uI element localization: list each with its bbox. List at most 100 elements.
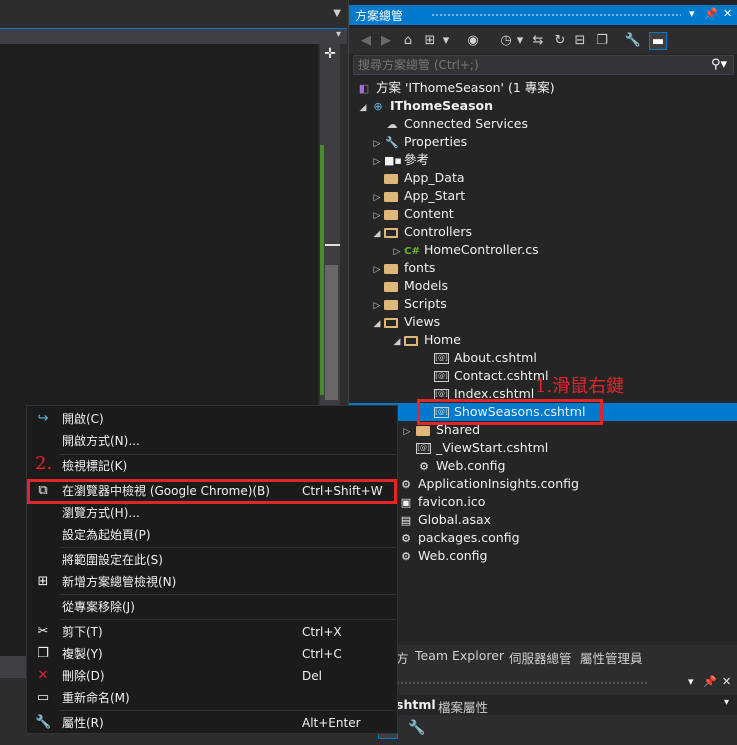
chevron-down-icon[interactable]: ▾ bbox=[724, 697, 729, 708]
menu-item-new-view[interactable]: ⊞ 新增方案總管檢視(N) bbox=[27, 571, 397, 593]
folder-icon bbox=[384, 263, 398, 274]
asax-file-icon: ▤ bbox=[400, 514, 412, 527]
expanded-arrow-icon[interactable]: ◢ bbox=[370, 225, 384, 243]
tree-item-app-start[interactable]: ▷ App_Start bbox=[370, 187, 466, 205]
wrench-icon[interactable]: 🔧 bbox=[408, 720, 425, 736]
globe-icon[interactable]: ◉ bbox=[464, 32, 482, 50]
folder-icon bbox=[384, 281, 398, 292]
tree-item-properties[interactable]: ▷ 🔧 Properties bbox=[370, 133, 468, 151]
menu-separator bbox=[60, 619, 396, 620]
chevron-down-icon[interactable]: ▾ bbox=[437, 32, 455, 50]
collapse-all-icon[interactable]: ⊟ bbox=[571, 32, 589, 50]
panel-tab-strip: 方 Team Explorer 伺服器總管 屬性管理員 bbox=[348, 645, 737, 667]
tree-item-fonts[interactable]: ▷ fonts bbox=[370, 259, 436, 279]
editor-top-bar: ▼ bbox=[0, 0, 347, 28]
config-file-icon: ⚙ bbox=[401, 532, 411, 545]
search-input[interactable] bbox=[354, 56, 704, 74]
tree-item-models[interactable]: Models bbox=[384, 277, 448, 295]
wrench-icon[interactable]: 🔧 bbox=[624, 32, 642, 50]
solution-explorer-titlebar: 方案總管 ▾ 📌 ✕ bbox=[349, 5, 737, 25]
change-tracking-bar bbox=[320, 145, 324, 395]
menu-item-open-with[interactable]: 開啟方式(N)... bbox=[27, 430, 397, 452]
menu-item-browse-with[interactable]: 瀏覽方式(H)... bbox=[27, 502, 397, 524]
menu-item-scope-to-this[interactable]: 將範圍設定在此(S) bbox=[27, 549, 397, 571]
tree-item-homecontroller[interactable]: ▷ C# HomeController.cs bbox=[390, 241, 539, 259]
tree-item-favicon[interactable]: ▣ favicon.ico bbox=[398, 493, 486, 511]
split-handle-icon[interactable]: ✛ bbox=[320, 44, 340, 64]
expanded-arrow-icon[interactable]: ◢ bbox=[356, 99, 370, 117]
panel-title: 方案總管 bbox=[355, 9, 404, 23]
tree-item-packages-config[interactable]: ⚙ packages.config bbox=[398, 529, 519, 547]
tree-item-views[interactable]: ◢ Views bbox=[370, 313, 441, 333]
search-box[interactable]: ⚲▾ bbox=[353, 55, 734, 75]
tree-item-about[interactable]: [@] About.cshtml bbox=[434, 349, 537, 367]
wrench-icon: 🔧 bbox=[385, 136, 399, 149]
pin-icon[interactable]: 📌 bbox=[703, 675, 717, 688]
show-all-files-icon[interactable]: ❐ bbox=[593, 32, 611, 50]
expanded-arrow-icon[interactable]: ◢ bbox=[370, 315, 384, 333]
menu-separator bbox=[60, 710, 396, 711]
tree-item-app-data[interactable]: App_Data bbox=[384, 169, 465, 187]
menu-item-open[interactable]: ↪ 開啟(C) bbox=[27, 408, 397, 430]
forward-icon[interactable]: ▶ bbox=[377, 32, 395, 50]
close-icon[interactable]: ✕ bbox=[722, 675, 731, 688]
menu-item-properties[interactable]: 🔧 屬性(R) Alt+Enter bbox=[27, 712, 397, 734]
collapsed-arrow-icon[interactable]: ▷ bbox=[398, 423, 416, 441]
tree-item-connected-services[interactable]: ☁ Connected Services bbox=[384, 115, 529, 133]
home-icon[interactable]: ⌂ bbox=[399, 32, 417, 50]
collapsed-arrow-icon[interactable]: ▷ bbox=[370, 261, 384, 279]
razor-file-icon: [@] bbox=[434, 353, 449, 364]
tab-team-explorer[interactable]: Team Explorer bbox=[415, 648, 504, 663]
tree-item-content[interactable]: ▷ Content bbox=[370, 205, 454, 223]
chevron-down-icon[interactable]: ▼ bbox=[333, 8, 341, 19]
config-file-icon: ⚙ bbox=[401, 478, 411, 491]
open-folder-icon bbox=[384, 317, 398, 328]
tree-item-scripts[interactable]: ▷ Scripts bbox=[370, 295, 447, 313]
collapsed-arrow-icon[interactable]: ▷ bbox=[370, 153, 384, 171]
razor-file-icon: [@] bbox=[416, 443, 431, 454]
menu-item-cut[interactable]: ✂ 剪下(T) Ctrl+X bbox=[27, 621, 397, 643]
dropdown-icon[interactable]: ▾ bbox=[688, 675, 694, 688]
tree-item-webconfig[interactable]: ⚙ Web.config bbox=[398, 547, 487, 565]
rename-icon: ▭ bbox=[36, 690, 50, 705]
pin-icon[interactable]: 📌 bbox=[704, 7, 718, 20]
tree-item-home-folder[interactable]: ◢ Home bbox=[390, 331, 461, 349]
back-icon[interactable]: ◀ bbox=[357, 32, 375, 50]
dropdown-icon[interactable]: ▾ bbox=[689, 7, 695, 20]
refresh-icon[interactable]: ↻ bbox=[551, 32, 569, 50]
menu-item-view-markup[interactable]: 檢視標記(K) bbox=[27, 455, 397, 477]
close-icon[interactable]: ✕ bbox=[723, 7, 732, 20]
chevron-down-icon[interactable]: ▾ bbox=[511, 32, 529, 50]
annotation-step2: 2. bbox=[35, 453, 53, 474]
tree-item-controllers[interactable]: ◢ Controllers bbox=[370, 223, 472, 241]
search-icon[interactable]: ⚲▾ bbox=[711, 57, 727, 72]
tree-item-contact[interactable]: [@] Contact.cshtml bbox=[434, 367, 548, 385]
chevron-down-icon[interactable]: ▾ bbox=[336, 29, 341, 40]
preview-selected-icon[interactable]: ▬ bbox=[649, 32, 667, 50]
tree-item-viewstart[interactable]: [@] _ViewStart.cshtml bbox=[416, 439, 548, 457]
menu-item-copy[interactable]: ❐ 複製(Y) Ctrl+C bbox=[27, 643, 397, 665]
menu-item-rename[interactable]: ▭ 重新命名(M) bbox=[27, 687, 397, 709]
tab-server-explorer[interactable]: 伺服器總管 bbox=[509, 648, 572, 667]
copy-icon: ❐ bbox=[37, 646, 49, 661]
folder-icon bbox=[384, 191, 398, 202]
properties-object-selector[interactable]: shtml 檔案屬性 ▾ bbox=[348, 695, 737, 715]
wrench-icon: 🔧 bbox=[35, 715, 52, 730]
tree-item-views-webconfig[interactable]: ⚙ Web.config bbox=[416, 457, 505, 475]
tree-item-project[interactable]: ◢ ⊕ IThomeSeason bbox=[356, 97, 493, 115]
scrollbar-thumb[interactable] bbox=[325, 265, 338, 400]
tab-property-manager[interactable]: 屬性管理員 bbox=[580, 648, 643, 667]
expanded-arrow-icon[interactable]: ◢ bbox=[390, 333, 404, 351]
tree-item-appinsights[interactable]: ⚙ ApplicationInsights.config bbox=[398, 475, 579, 493]
menu-item-set-start-page[interactable]: 設定為起始頁(P) bbox=[27, 524, 397, 546]
tree-item-global-asax[interactable]: ▤ Global.asax bbox=[398, 511, 491, 529]
cloud-icon: ☁ bbox=[386, 118, 398, 131]
folder-icon bbox=[384, 299, 398, 310]
menu-item-delete[interactable]: ✕ 刪除(D) Del bbox=[27, 665, 397, 687]
tree-item-references[interactable]: ▷ ■▪ 參考 bbox=[370, 151, 429, 169]
folder-icon bbox=[384, 209, 398, 220]
editor-tab-strip: ▾ bbox=[0, 28, 347, 44]
sync-icon[interactable]: ⇆ bbox=[529, 32, 547, 50]
menu-item-exclude[interactable]: 從專案移除(J) bbox=[27, 596, 397, 618]
tree-item-solution[interactable]: ◧ 方案 'IThomeSeason' (1 專案) bbox=[356, 79, 555, 97]
